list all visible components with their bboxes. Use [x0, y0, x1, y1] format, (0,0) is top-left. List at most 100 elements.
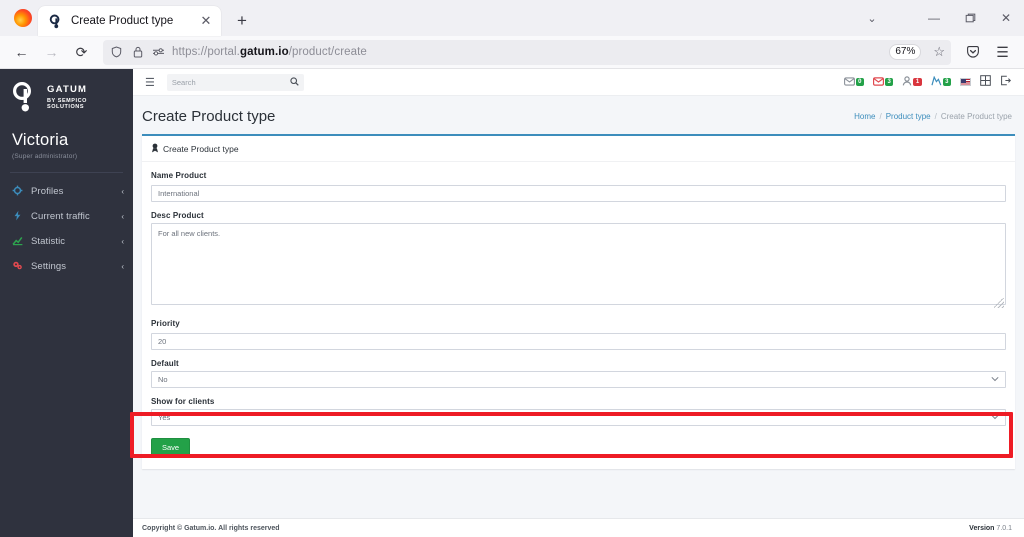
field-label: Desc Product: [151, 211, 204, 220]
bookmark-star-icon[interactable]: ☆: [933, 44, 945, 60]
breadcrumb-separator: /: [879, 112, 882, 121]
save-button[interactable]: Save: [151, 438, 191, 457]
browser-tab[interactable]: Create Product type ✕: [38, 6, 221, 36]
brand-text: GATUM BY SEMPICO SOLUTIONS: [47, 84, 125, 111]
tab-list-chevron-down-icon[interactable]: ⌄: [854, 0, 890, 36]
select-wrapper: No: [151, 371, 1006, 388]
textarea-wrapper: [151, 223, 1006, 310]
sidebar: GATUM BY SEMPICO SOLUTIONS Victoria (Sup…: [0, 69, 133, 537]
form-body: Name Product Desc Product Priority: [142, 162, 1015, 469]
top-navbar: ☰ 0: [133, 69, 1024, 96]
statistic-icon: [12, 235, 23, 248]
card-header-title: Create Product type: [163, 144, 239, 154]
new-tab-button[interactable]: +: [229, 8, 255, 34]
breadcrumb-current: Create Product type: [940, 112, 1012, 121]
main-region: ☰ 0: [130, 69, 1024, 537]
search-icon[interactable]: [290, 76, 299, 88]
url-path: /product/create: [288, 46, 367, 58]
browser-navigation-bar: ← → ⟳ https://portal.gatum.io/product/cr…: [0, 36, 1024, 69]
firefox-logo-icon: [14, 9, 32, 27]
messages-badge: 0: [855, 78, 864, 86]
footer-version-label: Version: [969, 524, 995, 532]
brand-name: GATUM: [47, 84, 88, 96]
address-bar-url: https://portal.gatum.io/product/create: [172, 46, 367, 58]
users-indicator[interactable]: 1: [902, 76, 922, 88]
show-for-clients-select[interactable]: Yes: [151, 409, 1006, 426]
gatum-logo-icon: [10, 81, 40, 115]
desc-product-textarea[interactable]: [151, 223, 1006, 305]
envelope-icon: [843, 76, 855, 88]
breadcrumb-separator: /: [934, 112, 937, 121]
user-icon: [902, 76, 912, 88]
notifications-indicator[interactable]: 3: [872, 76, 894, 88]
user-role: (Super administrator): [12, 153, 78, 160]
sidebar-item-label: Statistic: [31, 236, 66, 247]
priority-input[interactable]: [151, 333, 1006, 350]
sidebar-item-settings[interactable]: Settings ‹: [0, 254, 133, 279]
shield-icon[interactable]: [109, 45, 124, 60]
chevron-left-icon: ‹: [121, 187, 124, 196]
tab-close-icon[interactable]: ✕: [197, 12, 215, 30]
content-area: Create Product type Name Product Desc Pr…: [130, 134, 1024, 518]
sidebar-toggle-icon[interactable]: ☰: [142, 76, 158, 89]
browser-tab-strip: Create Product type ✕ + ⌄ — ✕: [0, 0, 1024, 36]
users-badge: 1: [913, 78, 922, 86]
sidebar-divider: [10, 172, 123, 173]
page-title: Create Product type: [142, 108, 276, 125]
window-close-button[interactable]: ✕: [988, 0, 1024, 36]
logout-icon[interactable]: [1000, 75, 1012, 89]
tasks-indicator[interactable]: 3: [931, 75, 951, 88]
forward-button: →: [44, 44, 59, 60]
brand-subtitle: BY SEMPICO SOLUTIONS: [47, 98, 87, 111]
field-label: Priority: [151, 319, 180, 328]
page-footer: Copyright © Gatum.io. All rights reserve…: [133, 518, 1024, 537]
lock-icon[interactable]: [130, 45, 145, 60]
window-controls: ⌄ — ✕: [854, 0, 1024, 36]
sidebar-item-profiles[interactable]: Profiles ‹: [0, 179, 133, 204]
us-flag-icon[interactable]: [960, 78, 971, 86]
search-input[interactable]: [171, 77, 290, 87]
reload-button[interactable]: ⟳: [67, 39, 96, 66]
gatum-favicon-icon: [49, 14, 64, 29]
sidebar-item-label: Profiles: [31, 186, 64, 197]
browser-window: Create Product type ✕ + ⌄ — ✕ ← → ⟳ http…: [0, 0, 1024, 537]
field-label: Name Product: [151, 171, 207, 180]
field-label: Default: [151, 359, 179, 368]
window-maximize-button[interactable]: [952, 0, 988, 36]
messages-indicator[interactable]: 0: [843, 76, 864, 88]
footer-version-value: 7.0.1: [996, 524, 1012, 532]
sidebar-item-label: Current traffic: [31, 211, 90, 222]
card-header: Create Product type: [142, 136, 1015, 162]
field-group-name-product: Name Product: [151, 171, 1006, 202]
user-name: Victoria: [12, 131, 69, 149]
back-button[interactable]: ←: [7, 39, 36, 66]
breadcrumb-home[interactable]: Home: [854, 112, 875, 121]
footer-version: Version 7.0.1: [969, 525, 1012, 532]
default-select[interactable]: No: [151, 371, 1006, 388]
application-body: GATUM BY SEMPICO SOLUTIONS Victoria (Sup…: [0, 69, 1024, 537]
zoom-level-badge[interactable]: 67%: [889, 44, 922, 60]
traffic-icon: [12, 210, 23, 223]
sidebar-item-statistic[interactable]: Statistic ‹: [0, 229, 133, 254]
breadcrumb-product-type[interactable]: Product type: [886, 112, 931, 121]
profiles-icon: [12, 185, 23, 198]
window-minimize-button[interactable]: —: [916, 0, 952, 36]
name-product-input[interactable]: [151, 185, 1006, 202]
notifications-badge: 3: [884, 78, 894, 86]
breadcrumb: Home / Product type / Create Product typ…: [854, 112, 1012, 121]
search-box[interactable]: [166, 73, 304, 91]
chevron-left-icon: ‹: [121, 262, 124, 271]
address-bar[interactable]: https://portal.gatum.io/product/create 6…: [103, 39, 951, 65]
browser-tab-title: Create Product type: [71, 15, 174, 27]
select-wrapper: Yes: [151, 409, 1006, 426]
field-label: Show for clients: [151, 397, 215, 406]
grid-apps-icon[interactable]: [980, 75, 991, 89]
url-host: gatum.io: [239, 46, 289, 58]
brand-block[interactable]: GATUM BY SEMPICO SOLUTIONS: [0, 69, 133, 125]
tracking-protection-icon[interactable]: [151, 45, 166, 60]
user-block: Victoria (Super administrator): [0, 125, 133, 162]
browser-menu-button[interactable]: ☰: [988, 39, 1017, 66]
pocket-save-button[interactable]: [958, 39, 987, 66]
url-scheme: https://portal.: [172, 46, 240, 58]
sidebar-item-current-traffic[interactable]: Current traffic ‹: [0, 204, 133, 229]
